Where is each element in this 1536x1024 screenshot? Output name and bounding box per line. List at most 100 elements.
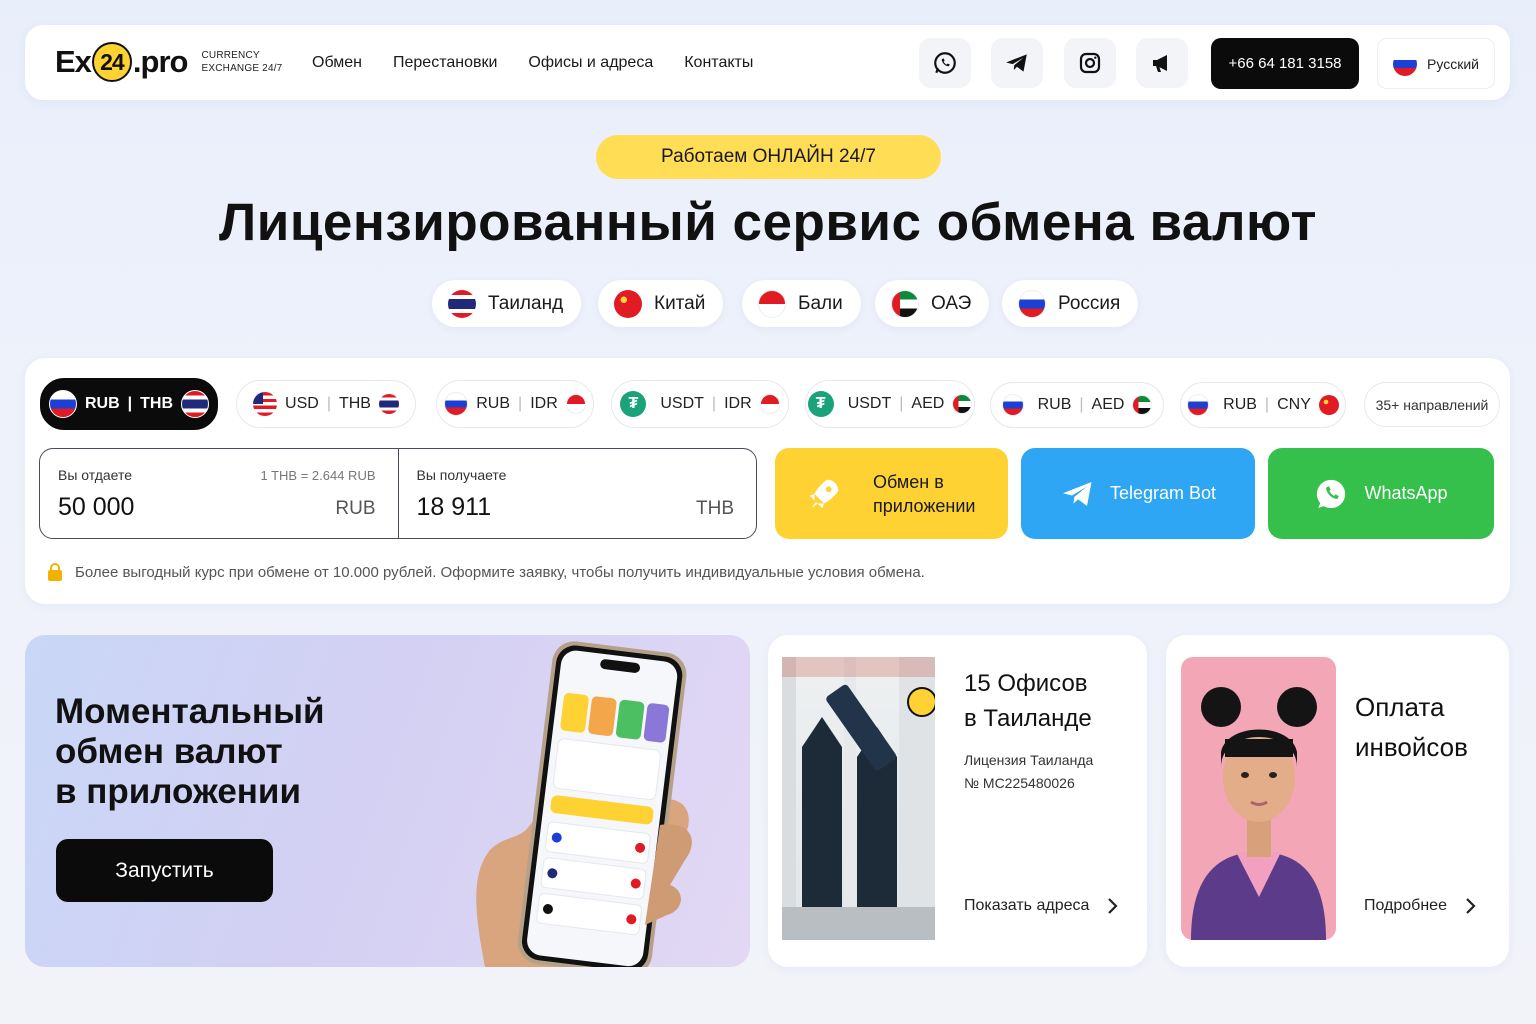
telegram-icon: [1062, 481, 1092, 506]
give-amount-input[interactable]: 50 000: [58, 493, 380, 522]
pair-rub-aed[interactable]: RUB | AED: [990, 382, 1164, 428]
announcements-button[interactable]: [1136, 38, 1188, 88]
russia-flag-icon: [1018, 289, 1046, 318]
tether-icon: ₮: [620, 391, 647, 417]
telegram-bot-label: Telegram Bot: [1109, 483, 1217, 503]
more-details-link[interactable]: Подробнее: [1364, 897, 1477, 915]
launch-app-button[interactable]: Запустить: [56, 839, 273, 902]
pair-from: RUB: [1037, 396, 1072, 413]
converter-panel: RUB | THB USD | THB RUB | IDR ₮ USDT | IDR ₮ USD…: [25, 358, 1510, 604]
show-addresses-label: Показать адреса: [964, 897, 1090, 914]
russia-flag-icon: [1393, 51, 1418, 76]
rocket-icon: [809, 479, 839, 508]
pair-to: IDR: [530, 395, 558, 412]
telegram-bot-button[interactable]: Telegram Bot: [1021, 448, 1255, 539]
country-label: Таиланд: [488, 292, 564, 314]
whatsapp-chat-button[interactable]: WhatsApp: [1268, 448, 1494, 539]
nav-offices[interactable]: Офисы и адреса: [528, 54, 653, 72]
whatsapp-button[interactable]: [919, 38, 971, 88]
offices-title-line-1: 15 Офисов: [964, 670, 1088, 697]
country-label: ОАЭ: [931, 292, 972, 314]
thailand-flag-icon: [181, 390, 210, 418]
telegram-icon: [1006, 54, 1027, 72]
phone-in-hand-illustration: [476, 641, 692, 967]
nav-exchange[interactable]: Обмен: [312, 54, 362, 72]
get-amount-input[interactable]: 18 911: [417, 493, 739, 522]
pair-to: CNY: [1277, 396, 1311, 413]
offices-title-line-2: в Таиланде: [964, 705, 1092, 732]
app-promo-title: Моментальный обмен валют в приложении: [55, 692, 324, 812]
country-uae[interactable]: ОАЭ: [875, 280, 990, 327]
page-title: Лицензированный сервис обмена валют: [219, 193, 1317, 252]
pair-usd-thb[interactable]: USD | THB: [236, 380, 416, 428]
pair-rub-idr[interactable]: RUB | IDR: [436, 380, 594, 428]
megaphone-icon: [1153, 55, 1167, 72]
license-line-1: Лицензия Таиланда: [964, 752, 1094, 768]
app-title-line-2: обмен валют: [55, 732, 283, 771]
pair-usdt-aed[interactable]: ₮ USDT | AED: [805, 380, 975, 428]
indonesia-flag-icon: [565, 394, 586, 414]
invoices-title-line-1: Оплата: [1355, 692, 1445, 722]
country-label: Китай: [654, 292, 706, 314]
whatsapp-icon: [1317, 479, 1346, 508]
invoices-card: Оплата инвойсов Подробнее: [1166, 635, 1509, 967]
app-title-line-1: Моментальный: [55, 692, 325, 731]
indonesia-flag-icon: [758, 289, 786, 318]
thailand-flag-icon: [448, 289, 476, 318]
country-label: Бали: [798, 292, 843, 314]
telegram-button[interactable]: [991, 38, 1043, 88]
get-field[interactable]: Вы получаете 18 911 THB: [397, 449, 757, 538]
give-field[interactable]: Вы отдаете 1 THB = 2.644 RUB 50 000 RUB: [40, 449, 398, 538]
get-label: Вы получаете: [416, 467, 507, 483]
logo[interactable]: Ex 24 .pro CURRENCY EXCHANGE 24/7: [55, 35, 282, 89]
instagram-icon: [1079, 52, 1101, 74]
logo-badge: 24: [91, 42, 132, 82]
app-title-line-3: в приложении: [55, 772, 301, 811]
logo-text-right: .pro: [132, 44, 189, 79]
pair-from: USDT: [660, 395, 704, 412]
app-promo-card: Моментальный обмен валют в приложении За…: [25, 635, 750, 967]
give-currency: RUB: [335, 498, 376, 519]
show-addresses-link[interactable]: Показать адреса: [964, 897, 1119, 915]
nav-contacts[interactable]: Контакты: [684, 54, 753, 72]
pair-rub-cny[interactable]: RUB | CNY: [1180, 382, 1346, 428]
country-label: Россия: [1058, 292, 1121, 314]
usa-flag-icon: [253, 392, 278, 416]
russia-flag-icon: [1001, 394, 1024, 416]
country-china[interactable]: Китай: [598, 280, 724, 327]
nav-transfers[interactable]: Перестановки: [393, 54, 497, 72]
country-thailand[interactable]: Таиланд: [432, 280, 582, 327]
app-exchange-button[interactable]: Обмен в приложении: [775, 448, 1008, 539]
china-flag-icon: [614, 289, 642, 318]
pair-to: AED: [911, 395, 945, 412]
logo-text-left: Ex: [55, 44, 92, 79]
logo-tagline: CURRENCY EXCHANGE 24/7: [201, 49, 282, 75]
logo-wordmark: Ex 24 .pro: [55, 42, 189, 82]
phone-button[interactable]: +66 64 181 3158: [1211, 38, 1359, 89]
lock-icon: [48, 563, 62, 581]
pair-from: RUB: [84, 395, 120, 412]
country-russia[interactable]: Россия: [1002, 280, 1139, 327]
pair-from: USD: [285, 395, 319, 412]
pair-to: AED: [1091, 396, 1125, 413]
thailand-flag-icon: [378, 394, 399, 414]
russia-flag-icon: [1187, 394, 1210, 416]
pair-rub-thb[interactable]: RUB | THB: [40, 378, 218, 430]
pair-usdt-idr[interactable]: ₮ USDT | IDR: [611, 380, 789, 428]
pair-to: IDR: [724, 395, 752, 412]
chevron-right-icon: [1108, 898, 1118, 914]
logo-tagline-line-2: EXCHANGE 24/7: [201, 63, 283, 74]
get-currency: THB: [696, 498, 734, 519]
invoices-title: Оплата инвойсов: [1355, 687, 1468, 767]
pair-from: RUB: [1223, 396, 1257, 413]
offices-card: 15 Офисов в Таиланде Лицензия Таиланда №…: [768, 635, 1147, 967]
instagram-button[interactable]: [1064, 38, 1116, 88]
app-button-line-2: приложении: [873, 495, 976, 516]
language-selector[interactable]: Русский: [1377, 38, 1495, 89]
pair-to: THB: [338, 395, 371, 412]
more-details-label: Подробнее: [1364, 897, 1447, 914]
rate-label: 1 THB = 2.644 RUB: [260, 468, 376, 483]
more-directions-button[interactable]: 35+ направлений: [1364, 382, 1500, 427]
indonesia-flag-icon: [759, 394, 780, 414]
country-bali[interactable]: Бали: [742, 280, 861, 327]
